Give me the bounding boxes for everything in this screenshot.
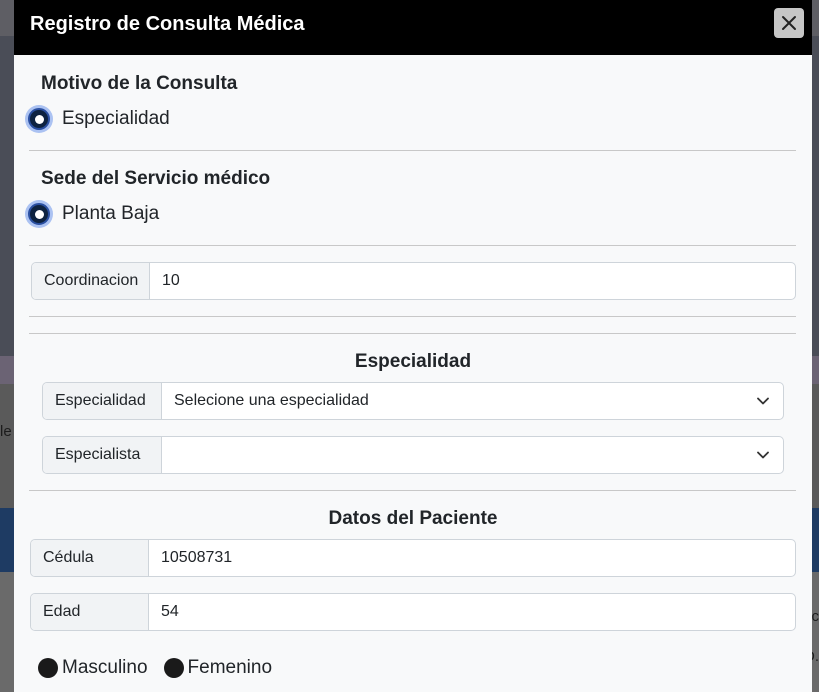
radio-label-masculino: Masculino [62,657,148,678]
coordinacion-group: Coordinacion 10 [31,262,796,300]
edad-input[interactable]: 54 [149,594,795,630]
cedula-label: Cédula [31,540,149,576]
divider [29,150,796,151]
divider [29,245,796,246]
close-button[interactable] [774,8,804,38]
close-icon [782,16,796,30]
paciente-heading: Datos del Paciente [328,508,498,529]
radio-selected-icon[interactable] [28,203,50,225]
radio-planta-baja[interactable]: Planta Baja [28,203,159,225]
edad-label: Edad [31,594,149,630]
gender-radio-group: Masculino Femenino [38,657,288,679]
radio-label-femenino: Femenino [187,657,273,678]
divider [29,333,796,334]
divider [29,316,796,317]
radio-label: Planta Baja [62,203,160,224]
radio-femenino[interactable] [163,658,184,678]
especialidad-selected-value: Selecione una especialidad [174,392,369,409]
modal-header: Registro de Consulta Médica [14,0,812,55]
especialidad-select-group: Especialidad Selecione una especialidad [42,382,784,420]
especialista-select-group: Especialista [42,436,784,474]
coordinacion-label: Coordinacion [32,263,150,299]
radio-selected-icon[interactable] [28,108,50,130]
radio-label: Especialidad [62,108,170,129]
especialista-label: Especialista [43,437,162,473]
consulta-modal: Registro de Consulta Médica Motivo de la… [14,0,812,692]
especialidad-heading: Especialidad [354,351,472,372]
especialista-select[interactable] [162,437,783,473]
modal-title: Registro de Consulta Médica [30,13,305,35]
chevron-down-icon [757,397,769,405]
radio-masculino[interactable] [38,658,58,678]
coordinacion-input[interactable]: 10 [150,263,795,299]
edad-group: Edad 54 [30,593,796,631]
radio-especialidad[interactable]: Especialidad [28,108,170,130]
chevron-down-icon [757,451,769,459]
especialidad-label: Especialidad [43,383,162,419]
cedula-group: Cédula 10508731 [30,539,796,577]
cedula-input[interactable]: 10508731 [149,540,795,576]
divider [29,490,796,491]
motivo-heading: Motivo de la Consulta [41,73,238,94]
sede-heading: Sede del Servicio médico [41,168,271,189]
background-text-fragment: le [0,423,12,440]
especialidad-select[interactable]: Selecione una especialidad [162,383,783,419]
